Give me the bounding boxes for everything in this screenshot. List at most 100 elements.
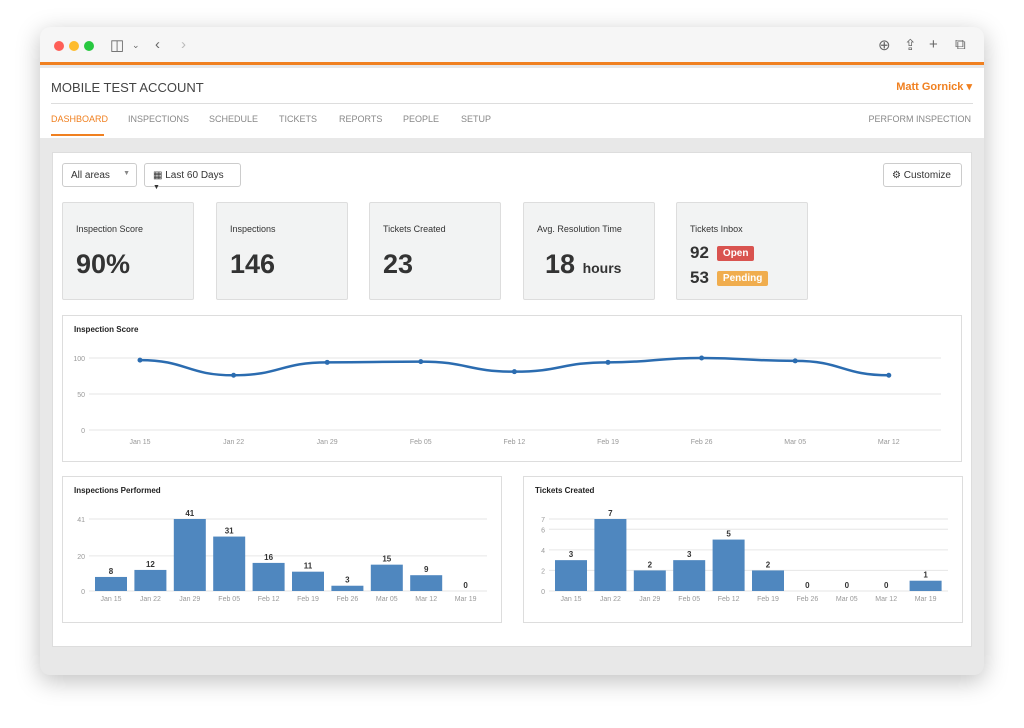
x-tick-label: Feb 26 [691,439,713,446]
back-icon[interactable]: ‹ [155,36,160,53]
bar [555,560,587,591]
close-window-button[interactable] [54,41,64,51]
x-tick-label: Jan 22 [600,596,621,603]
data-label: 31 [225,527,234,536]
y-tick-label: 41 [77,517,85,524]
caret-down-icon: ▼ [153,184,160,191]
y-tick-label: 7 [541,517,545,524]
card-label: Tickets Created [383,224,446,234]
perform-inspection-link[interactable]: PERFORM INSPECTION [868,114,971,124]
nav-schedule[interactable]: SCHEDULE [209,114,258,124]
y-tick-label: 0 [81,589,85,596]
card-label: Avg. Resolution Time [537,224,622,234]
forward-icon[interactable]: › [181,36,186,53]
nav-people[interactable]: PEOPLE [403,114,439,124]
card-value: 23 [383,249,414,279]
x-tick-label: Feb 05 [218,596,240,603]
data-label: 0 [845,581,850,590]
date-range-button[interactable]: ▦ Last 60 Days ▼ [144,163,241,191]
area-select[interactable]: All areas ▼ [62,163,137,187]
data-label: 7 [608,509,613,518]
chevron-down-icon[interactable]: ⌄ [132,40,140,51]
x-tick-label: Mar 05 [836,596,858,603]
user-menu[interactable]: Matt Gornick ▾ [896,80,972,93]
share-icon[interactable]: ⇪ [904,36,917,54]
data-label: 2 [766,560,771,569]
data-label: 8 [109,567,114,576]
card-value: 90% [76,249,131,279]
pending-badge[interactable]: Pending [716,271,769,287]
bar [252,562,285,591]
x-tick-label: Jan 22 [223,439,244,446]
bar [752,570,784,591]
bar [410,575,443,591]
minimize-window-button[interactable] [69,41,79,51]
customize-button[interactable]: ⚙ Customize [883,163,962,187]
data-label: 0 [884,581,889,590]
bar [292,571,324,591]
account-name: MOBILE TEST ACCOUNT [51,80,204,95]
tickets-inbox-card: Tickets Inbox 92 Open 53 Pending [676,202,808,300]
maximize-window-button[interactable] [84,41,94,51]
data-label: 3 [687,550,692,559]
nav-dashboard[interactable]: DASHBOARD [51,114,108,124]
dashboard-panel: All areas ▼ ▦ Last 60 Days ▼ ⚙ Customize … [52,152,972,647]
tickets-created-chart: Tickets Created 0 2 4 6 7 3 Jan 15 7 Jan 22 2 Jan … [523,476,963,623]
x-tick-label: Feb 05 [410,439,432,446]
x-tick-label: Feb 12 [504,439,526,446]
bar [95,576,127,591]
data-label: 11 [304,562,313,571]
open-count: 92 [690,243,709,262]
data-label: 0 [463,581,468,590]
bar [594,519,627,591]
browser-window: ◫ ⌄ ‹ › ⊕ ⇪ + ⧉ MOBILE TEST ACCOUNT Matt… [40,27,984,675]
inspection-score-card: Inspection Score 90% [62,202,194,300]
y-tick-label: 4 [541,548,545,555]
x-tick-label: Feb 19 [757,596,779,603]
y-tick-label: 20 [77,554,85,561]
y-tick-label: 100 [73,356,85,363]
x-tick-label: Mar 05 [376,596,398,603]
x-tick-label: Mar 19 [915,596,937,603]
x-tick-label: Jan 15 [100,596,121,603]
inspections-card: Inspections 146 [216,202,348,300]
y-tick-label: 50 [77,392,85,399]
app-header: MOBILE TEST ACCOUNT Matt Gornick ▾ DASHB… [40,68,984,138]
bar [134,569,167,591]
nav-setup[interactable]: SETUP [461,114,491,124]
data-point [886,372,892,378]
x-tick-label: Feb 19 [297,596,319,603]
x-tick-label: Feb 26 [797,596,819,603]
nav-tickets[interactable]: TICKETS [279,114,317,124]
x-tick-label: Jan 22 [140,596,161,603]
card-unit: hours [582,260,622,276]
bar [909,580,942,591]
x-tick-label: Jan 29 [639,596,660,603]
active-tab-indicator [51,134,104,136]
data-point [511,369,517,375]
sidebar-icon[interactable]: ◫ [110,36,124,54]
card-label: Inspection Score [76,224,144,234]
x-tick-label: Feb 19 [597,439,619,446]
nav-inspections[interactable]: INSPECTIONS [128,114,189,124]
divider [51,103,973,104]
bar-chart: 0 2 4 6 7 3 Jan 15 7 Jan 22 2 Jan 29 3 Feb 05 5 Feb 12… [541,509,948,603]
plus-icon[interactable]: + [929,36,938,53]
inspections-performed-chart: Inspections Performed 0 20 41 8 Jan 15 12 Jan … [62,476,502,623]
x-tick-label: Mar 12 [875,596,897,603]
bar-chart: 0 20 41 8 Jan 15 12 Jan 22 41 Jan 29 31 Feb 05 16 Fe… [77,509,487,603]
open-badge[interactable]: Open [716,246,755,262]
bar [173,519,206,591]
data-label: 16 [264,553,273,562]
nav-reports[interactable]: REPORTS [339,114,382,124]
tabs-icon[interactable]: ⧉ [955,36,966,53]
x-tick-label: Jan 29 [179,596,200,603]
card-label: Inspections [230,224,276,234]
card-value: 18 [545,249,576,279]
bar [673,560,706,591]
download-icon[interactable]: ⊕ [878,36,891,54]
bar [213,536,246,591]
x-tick-label: Mar 05 [784,439,806,446]
resolution-time-card: Avg. Resolution Time 18 hours [523,202,655,300]
y-tick-label: 2 [541,568,545,575]
